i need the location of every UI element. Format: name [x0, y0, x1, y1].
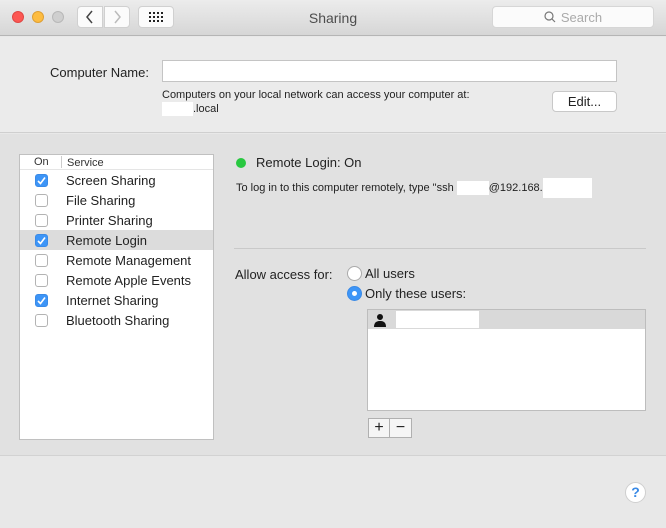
- radio-button[interactable]: [347, 286, 362, 301]
- local-address-description: Computers on your local network can acce…: [162, 89, 470, 101]
- service-checkbox[interactable]: [35, 213, 48, 227]
- service-row[interactable]: Screen Sharing: [20, 170, 213, 190]
- service-name: Remote Login: [66, 232, 147, 248]
- status-text: Remote Login: On: [256, 155, 362, 170]
- checkmark-icon: [37, 296, 46, 305]
- service-name: Printer Sharing: [66, 212, 153, 228]
- radio-button[interactable]: [347, 266, 362, 281]
- service-name: Remote Management: [66, 252, 192, 268]
- user-name-redacted: [396, 311, 479, 328]
- search-icon: [544, 11, 556, 23]
- ssh-instructions: To log in to this computer remotely, typ…: [236, 178, 592, 198]
- allow-access-label: Allow access for:: [235, 267, 333, 282]
- user-row[interactable]: [368, 310, 645, 329]
- service-name: Remote Apple Events: [66, 272, 192, 288]
- service-name: Bluetooth Sharing: [66, 312, 170, 328]
- service-row[interactable]: File Sharing: [20, 190, 213, 210]
- status-indicator-icon: [236, 157, 246, 168]
- computer-name-input[interactable]: [162, 60, 617, 82]
- service-list-header: On Service: [20, 155, 213, 170]
- search-field[interactable]: Search: [492, 6, 654, 28]
- ssh-ip-prefix: @192.168.: [488, 181, 543, 194]
- user-icon: [374, 313, 386, 327]
- add-remove-controls: + −: [368, 418, 412, 438]
- computer-name-label: Computer Name:: [50, 65, 149, 80]
- service-checkbox[interactable]: [35, 313, 48, 327]
- services-section: On Service Screen Sharing File Sharing Pri…: [0, 134, 666, 456]
- service-name: Internet Sharing: [66, 292, 159, 308]
- service-checkbox[interactable]: [35, 193, 48, 207]
- service-list[interactable]: On Service Screen Sharing File Sharing Pri…: [19, 154, 214, 440]
- column-on[interactable]: On: [20, 155, 61, 169]
- computer-name-help: Computers on your local network can acce…: [162, 88, 470, 117]
- service-checkbox[interactable]: [35, 173, 48, 187]
- username-redacted: [456, 181, 489, 195]
- service-status: Remote Login: On: [236, 155, 362, 170]
- service-row[interactable]: Remote Management: [20, 250, 213, 270]
- ip-redacted: [542, 178, 592, 198]
- computer-name-section: Computer Name: Computers on your local n…: [0, 37, 666, 133]
- search-placeholder: Search: [560, 9, 603, 25]
- service-name: File Sharing: [66, 192, 136, 208]
- service-checkbox[interactable]: [35, 253, 48, 267]
- service-row[interactable]: Remote Apple Events: [20, 270, 213, 290]
- service-row[interactable]: Printer Sharing: [20, 210, 213, 230]
- add-user-button[interactable]: +: [368, 418, 390, 438]
- help-button[interactable]: ?: [625, 482, 646, 503]
- radio-all-users[interactable]: All users: [347, 266, 415, 281]
- allowed-users-list[interactable]: [367, 309, 646, 411]
- ssh-prefix: To log in to this computer remotely, typ…: [236, 181, 457, 194]
- service-row[interactable]: Remote Login: [20, 230, 213, 250]
- service-checkbox[interactable]: [35, 233, 48, 247]
- radio-label: All users: [365, 266, 415, 281]
- divider: [234, 248, 646, 249]
- service-row[interactable]: Internet Sharing: [20, 290, 213, 310]
- service-checkbox[interactable]: [35, 293, 48, 307]
- edit-button[interactable]: Edit...: [552, 91, 617, 112]
- title-bar: Sharing Search: [0, 0, 666, 36]
- service-name: Screen Sharing: [66, 172, 156, 188]
- checkmark-icon: [37, 236, 46, 245]
- remove-user-button[interactable]: −: [390, 418, 412, 438]
- service-checkbox[interactable]: [35, 273, 48, 287]
- checkmark-icon: [37, 176, 46, 185]
- column-service[interactable]: Service: [61, 156, 104, 169]
- service-row[interactable]: Bluetooth Sharing: [20, 310, 213, 330]
- local-hostname-redacted: [162, 102, 193, 117]
- radio-label: Only these users:: [365, 286, 467, 301]
- local-suffix: .local: [193, 103, 219, 115]
- radio-only-these-users[interactable]: Only these users:: [347, 286, 466, 301]
